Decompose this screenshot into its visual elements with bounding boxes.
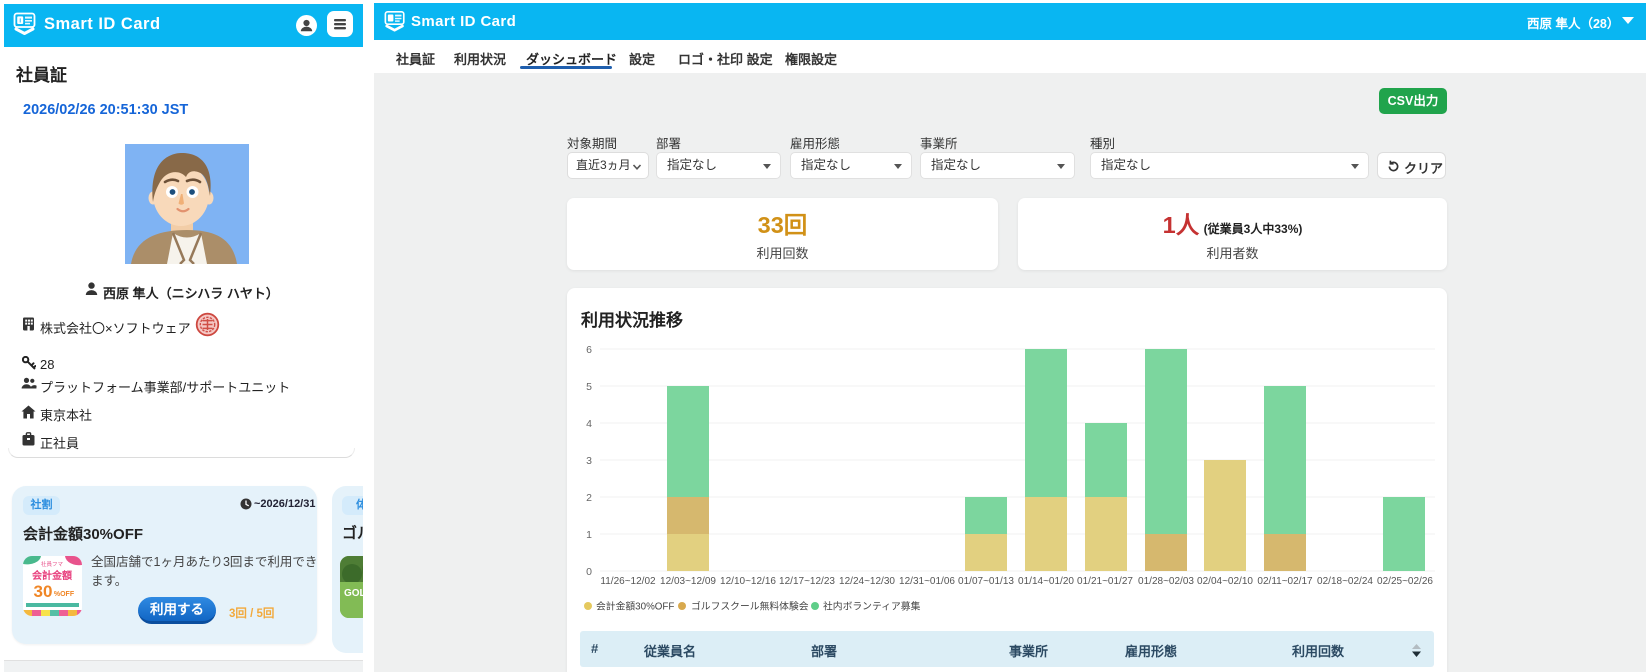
svg-text:30: 30 xyxy=(34,582,53,601)
svg-text:0: 0 xyxy=(586,566,592,578)
svg-text:11/26~12/02: 11/26~12/02 xyxy=(600,576,656,587)
svg-text:%OFF: %OFF xyxy=(54,591,75,598)
svg-text:12/17~12/23: 12/17~12/23 xyxy=(779,576,835,587)
svg-text:GOL: GOL xyxy=(344,588,363,599)
svg-text:5: 5 xyxy=(586,381,592,393)
svg-text:12/10~12/16: 12/10~12/16 xyxy=(720,576,776,587)
svg-text:02/18~02/24: 02/18~02/24 xyxy=(1317,576,1373,587)
svg-text:会計金額: 会計金額 xyxy=(32,569,72,582)
svg-text:ゴルフスクール無料体験会: ゴルフスクール無料体験会 xyxy=(691,600,809,613)
svg-text:12/31~01/06: 12/31~01/06 xyxy=(899,576,955,587)
svg-text:2: 2 xyxy=(586,492,592,504)
svg-text:01/28~02/03: 01/28~02/03 xyxy=(1138,576,1194,587)
svg-text:会計金額30%OFF: 会計金額30%OFF xyxy=(596,600,674,613)
svg-text:02/04~02/10: 02/04~02/10 xyxy=(1197,576,1253,587)
svg-text:02/11~02/17: 02/11~02/17 xyxy=(1257,576,1313,587)
svg-text:01/07~01/13: 01/07~01/13 xyxy=(958,576,1014,587)
svg-text:12/24~12/30: 12/24~12/30 xyxy=(839,576,895,587)
svg-text:02/25~02/26: 02/25~02/26 xyxy=(1377,576,1433,587)
svg-text:4: 4 xyxy=(586,418,592,430)
svg-text:01/14~01/20: 01/14~01/20 xyxy=(1018,576,1074,587)
svg-text:6: 6 xyxy=(586,344,592,356)
svg-text:社員フマ: 社員フマ xyxy=(41,560,64,568)
svg-text:3: 3 xyxy=(586,455,592,467)
svg-text:01/21~01/27: 01/21~01/27 xyxy=(1077,576,1133,587)
svg-text:社内ボランティア募集: 社内ボランティア募集 xyxy=(823,600,921,613)
svg-text:12/03~12/09: 12/03~12/09 xyxy=(660,576,716,587)
svg-text:1: 1 xyxy=(586,529,592,541)
